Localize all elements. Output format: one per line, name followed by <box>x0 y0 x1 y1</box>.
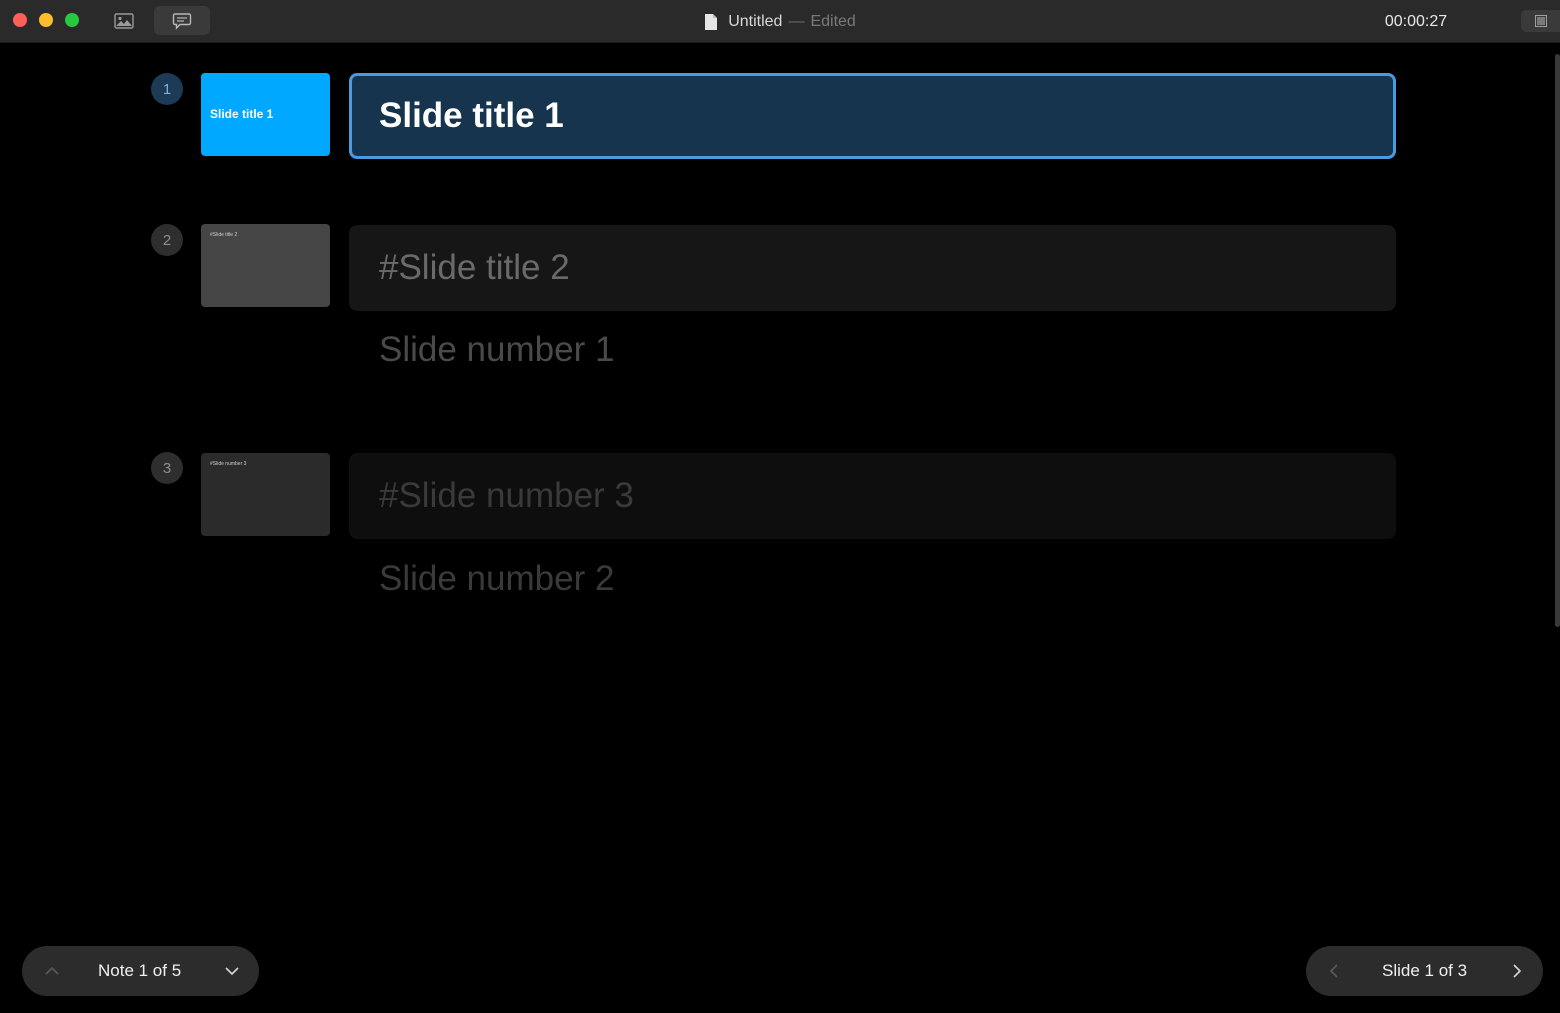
image-icon <box>114 12 134 29</box>
slide-number-badge: 2 <box>151 224 183 256</box>
slide-position-label: Slide 1 of 3 <box>1382 961 1468 980</box>
thumbnail-text: #Slide number 3 <box>210 461 247 467</box>
maximize-window-button[interactable] <box>65 13 79 27</box>
outline-view: 1 Slide title 1 Slide title 1 2 #Slide t… <box>0 44 1560 1013</box>
slide-thumbnail[interactable]: Slide title 1 <box>201 73 330 156</box>
vertical-scrollbar[interactable] <box>1555 54 1560 627</box>
document-state: Edited <box>810 12 856 30</box>
presentation-timer: 00:00:27 <box>1384 12 1448 30</box>
notes-position-label: Note 1 of 5 <box>98 961 182 980</box>
title-separator: — <box>788 12 805 30</box>
thumbnail-text: Slide title 1 <box>210 107 274 121</box>
title-bar: Untitled — Edited 00:00:27 <box>0 0 1560 43</box>
minimize-window-button[interactable] <box>39 13 53 27</box>
slide-note[interactable]: Slide number 1 <box>379 330 614 370</box>
slide-thumbnail[interactable]: #Slide title 2 <box>201 224 330 307</box>
chevron-right-icon[interactable] <box>1507 961 1527 981</box>
window-title: Untitled — Edited <box>0 0 1560 43</box>
insert-image-button[interactable] <box>101 6 147 35</box>
close-window-button[interactable] <box>13 13 27 27</box>
thumbnail-text: #Slide title 2 <box>210 232 238 238</box>
slide-title-field[interactable]: Slide title 1 <box>349 73 1396 159</box>
chevron-down-icon[interactable] <box>222 961 242 981</box>
notes-navigator: Note 1 of 5 <box>22 946 259 996</box>
slide-number-badge: 3 <box>151 452 183 484</box>
slide-note[interactable]: Slide number 2 <box>379 559 614 599</box>
comments-button[interactable] <box>154 6 210 35</box>
slide-number-badge: 1 <box>151 73 183 105</box>
document-name: Untitled <box>728 12 783 30</box>
grid-icon <box>1534 15 1547 27</box>
chevron-up-icon[interactable] <box>42 961 62 981</box>
slide-title-field[interactable]: #Slide number 3 <box>349 453 1396 539</box>
slide-title-field[interactable]: #Slide title 2 <box>349 225 1396 311</box>
sidebar-toggle-button[interactable] <box>1521 10 1560 32</box>
chevron-left-icon[interactable] <box>1324 961 1344 981</box>
comment-icon <box>172 12 192 30</box>
slides-navigator: Slide 1 of 3 <box>1306 946 1543 996</box>
slide-thumbnail[interactable]: #Slide number 3 <box>201 453 330 536</box>
document-icon <box>705 13 718 30</box>
